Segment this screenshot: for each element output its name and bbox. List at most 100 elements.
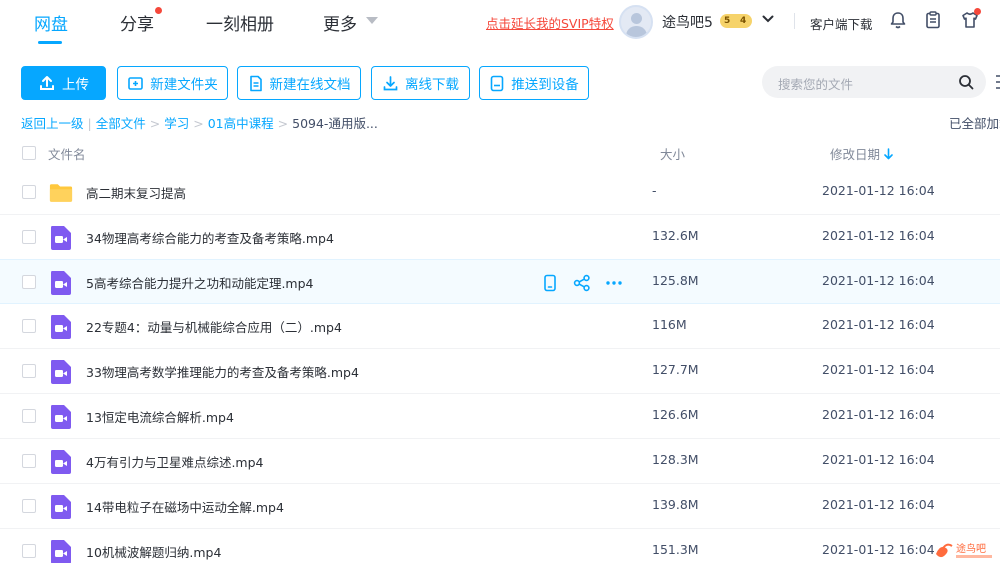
new-online-document-button[interactable]: 新建在线文档 [237,66,361,100]
tab-netdisk[interactable]: 网盘 [34,10,68,35]
clipboard-icon[interactable] [923,10,943,30]
row-checkbox[interactable] [22,364,36,378]
search-icon[interactable] [958,74,974,90]
tab-more[interactable]: 更多 [323,10,357,35]
file-name[interactable]: 33物理高考数学推理能力的考查及备考策略.mp4 [86,362,359,381]
table-row[interactable]: 33物理高考数学推理能力的考查及备考策略.mp4 127.7M 2021-01-… [0,349,1000,394]
share-notification-dot [155,7,162,14]
share-icon[interactable] [573,274,591,292]
file-size: 128.3M [652,452,699,467]
upload-button-label: 上传 [62,77,89,93]
file-name[interactable]: 34物理高考综合能力的考查及备考策略.mp4 [86,228,334,247]
row-checkbox[interactable] [22,409,36,423]
table-row[interactable]: 34物理高考综合能力的考查及备考策略.mp4 132.6M 2021-01-12… [0,215,1000,260]
bell-icon[interactable] [888,10,908,30]
file-date: 2021-01-12 16:04 [822,407,935,422]
download-icon [383,75,398,90]
upload-icon [40,76,54,90]
tab-moment-album[interactable]: 一刻相册 [206,10,274,35]
document-icon [249,75,262,91]
file-name[interactable]: 10机械波解题归纳.mp4 [86,542,221,561]
video-file-icon [51,315,71,339]
file-name[interactable]: 13恒定电流综合解析.mp4 [86,407,234,426]
phone-icon[interactable] [541,274,559,292]
column-header-date[interactable]: 修改日期 [830,144,880,163]
breadcrumb-back[interactable]: 返回上一级 [21,116,84,131]
breadcrumb-separator: | [87,116,92,131]
table-row[interactable]: 4万有引力与卫星难点综述.mp4 128.3M 2021-01-12 16:04 [0,439,1000,484]
all-loaded-status: 已全部加载 [949,116,1000,131]
search-placeholder: 搜索您的文件 [778,77,854,92]
table-row[interactable]: 13恒定电流综合解析.mp4 126.6M 2021-01-12 16:04 [0,394,1000,439]
client-download-link[interactable]: 客户端下载 [810,14,873,33]
file-date: 2021-01-12 16:04 [822,228,935,243]
file-size: 126.6M [652,407,699,422]
push-to-device-button[interactable]: 推送到设备 [479,66,589,100]
svip-renew-link[interactable]: 点击延长我的SVIP特权 [486,13,614,32]
breadcrumb: 返回上一级 | 全部文件 > 学习 >01高中课程 >5094-通用版... [21,113,378,132]
select-all-checkbox[interactable] [22,146,36,160]
video-file-icon [51,540,71,563]
username[interactable]: 途鸟吧5 [662,12,713,32]
push-to-device-button-label: 推送到设备 [511,77,579,93]
row-checkbox[interactable] [22,230,36,244]
avatar-body-shape [626,26,647,37]
file-name[interactable]: 22专题4：动量与机械能综合应用（二）.mp4 [86,317,342,336]
row-checkbox[interactable] [22,544,36,558]
avatar-head-shape [631,13,642,24]
breadcrumb-separator: > [277,116,289,131]
table-row[interactable]: 14带电粒子在磁场中运动全解.mp4 139.8M 2021-01-12 16:… [0,484,1000,529]
upload-button[interactable]: 上传 [21,66,106,100]
list-view-icon[interactable] [996,74,1000,90]
table-row[interactable]: 10机械波解题归纳.mp4 151.3M 2021-01-12 16:04 [0,529,1000,563]
breadcrumb-all-files[interactable]: 全部文件 [96,116,146,131]
more-icon[interactable] [605,274,623,292]
watermark-text: 途鸟吧 [956,542,986,555]
file-size: 132.6M [652,228,699,243]
video-file-icon [51,450,71,474]
row-checkbox[interactable] [22,275,36,289]
video-file-icon [51,360,71,384]
user-menu-chevron-icon[interactable] [762,13,774,25]
new-folder-button[interactable]: 新建文件夹 [117,66,228,100]
breadcrumb-study[interactable]: 学习 [164,116,189,131]
row-checkbox[interactable] [22,185,36,199]
video-file-icon [51,271,71,295]
file-date: 2021-01-12 16:04 [822,183,935,198]
video-file-icon [51,226,71,250]
file-size: 127.7M [652,362,699,377]
video-file-icon [51,405,71,429]
file-size: - [652,183,657,198]
table-row[interactable]: 高二期末复习提高 - 2021-01-12 16:04 [0,170,1000,215]
row-checkbox[interactable] [22,319,36,333]
offline-download-button-label: 离线下载 [405,77,459,93]
folder-icon [49,184,73,202]
file-name[interactable]: 高二期末复习提高 [86,183,186,202]
chevron-down-icon[interactable] [366,17,378,24]
divider [794,13,795,29]
watermark-logo: 途鸟吧 [936,542,992,558]
level-badge-left: 5 [724,16,731,26]
file-name[interactable]: 4万有引力与卫星难点综述.mp4 [86,452,264,471]
sort-down-arrow-icon[interactable] [884,148,893,160]
column-header-name[interactable]: 文件名 [48,144,86,163]
file-size: 151.3M [652,542,699,557]
row-checkbox[interactable] [22,454,36,468]
file-size: 125.8M [652,273,699,288]
file-date: 2021-01-12 16:04 [822,542,935,557]
level-badge-right: 4 [740,16,747,26]
avatar[interactable] [619,5,653,39]
table-row[interactable]: 22专题4：动量与机械能综合应用（二）.mp4 116M 2021-01-12 … [0,304,1000,349]
top-navigation-bar: 网盘 分享 一刻相册 更多 点击延长我的SVIP特权 途鸟吧5 5 4 客户端下… [0,0,1000,50]
level-badge: 5 4 [720,14,752,28]
offline-download-button[interactable]: 离线下载 [371,66,470,100]
active-tab-indicator [38,41,62,44]
file-name[interactable]: 5高考综合能力提升之功和动能定理.mp4 [86,273,314,292]
row-checkbox[interactable] [22,499,36,513]
table-row-hovered[interactable]: 5高考综合能力提升之功和动能定理.mp4 125.8M 2021-01-12 1… [0,259,1000,304]
column-header-size[interactable]: 大小 [660,144,685,163]
add-folder-icon [128,76,144,90]
file-name[interactable]: 14带电粒子在磁场中运动全解.mp4 [86,497,284,516]
tab-share[interactable]: 分享 [120,10,154,35]
breadcrumb-high-school[interactable]: 01高中课程 [208,116,274,131]
